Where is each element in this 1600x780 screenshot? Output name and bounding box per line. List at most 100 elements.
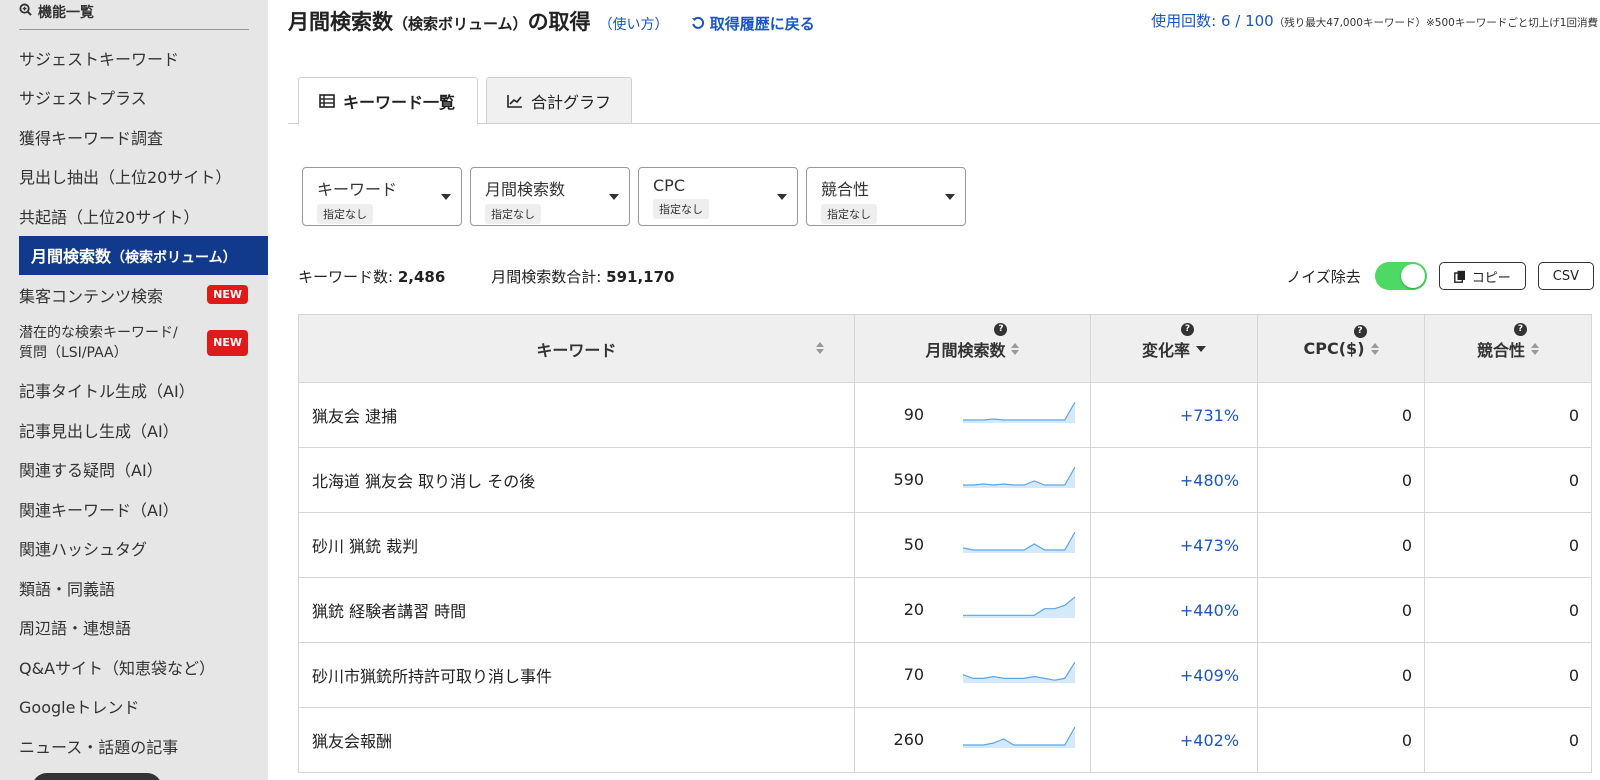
col-competition[interactable]: 競合性? — [1424, 314, 1592, 383]
sidebar-item-label: 集客コンテンツ検索 — [19, 286, 164, 306]
sidebar-item[interactable]: 共起語（上位20サイト） — [19, 196, 268, 236]
competition-cell: 0 — [1424, 382, 1592, 448]
sidebar-item[interactable]: 類語・同義語 — [19, 568, 268, 608]
change-cell: +473% — [1090, 512, 1259, 578]
sort-icon[interactable] — [815, 342, 824, 354]
sidebar-item-label: 見出し抽出（上位20サイト） — [19, 168, 232, 188]
sidebar-item[interactable]: 集客コンテンツ検索 NEW — [19, 275, 268, 315]
howto-link[interactable]: （使い方） — [599, 14, 669, 34]
filter-volume[interactable]: 月間検索数 指定なし — [470, 167, 630, 226]
volume-value: 20 — [903, 600, 925, 619]
sidebar-item-label: 潜在的な検索キーワード/質問（LSI/PAA） — [19, 324, 178, 361]
col-change[interactable]: 変化率? — [1090, 314, 1259, 383]
sidebar-header-label: 機能一覧 — [38, 4, 94, 21]
volume-cell: 590 — [853, 447, 1092, 513]
cpc-cell: 0 — [1257, 642, 1425, 708]
table-row[interactable]: 猟友会報酬 260 +402% 0 0 — [298, 707, 1592, 773]
sidebar-item-label: Q&Aサイト（知恵袋など） — [19, 658, 216, 678]
tab-bar: キーワード一覧 合計グラフ — [288, 77, 1600, 125]
tools-row: ノイズ除去 コピー CSV — [1286, 262, 1594, 290]
help-icon[interactable]: ? — [1353, 325, 1367, 338]
sidebar-item[interactable]: 獲得キーワード調査 — [19, 117, 268, 157]
copy-icon — [1453, 270, 1465, 283]
filter-cpc[interactable]: CPC 指定なし — [638, 167, 798, 226]
change-cell: +480% — [1090, 447, 1259, 513]
sidebar-item[interactable]: 見出し抽出（上位20サイト） — [19, 157, 268, 197]
keyword-cell: 猟友会 逮捕 — [298, 382, 855, 448]
volume-value: 90 — [903, 405, 925, 424]
sparkline-line — [962, 531, 1075, 551]
change-cell: +409% — [1090, 642, 1259, 708]
competition-cell: 0 — [1424, 512, 1592, 578]
help-icon[interactable]: ? — [994, 322, 1008, 336]
sidebar-header: 機能一覧 — [19, 0, 249, 30]
sidebar-item[interactable]: 月間検索数（検索ボリューム） — [19, 235, 268, 275]
copy-button[interactable]: コピー — [1438, 262, 1526, 290]
keyword-count: キーワード数: 2,486 — [298, 268, 446, 286]
volume-value: 260 — [893, 730, 925, 749]
competition-cell: 0 — [1424, 707, 1592, 773]
sidebar-item[interactable]: ニュース・話題の記事 — [19, 726, 268, 766]
caret-down-icon — [609, 194, 619, 200]
volume-cell: 90 — [853, 382, 1092, 448]
table-row[interactable]: 砂川 猟銃 裁判 50 +473% 0 0 — [298, 512, 1592, 578]
sidebar-item[interactable]: 周辺語・連想語 — [19, 608, 268, 648]
trend-sparkline — [962, 466, 1075, 488]
table-row[interactable]: 砂川市猟銃所持許可取り消し事件 70 +409% 0 0 — [298, 642, 1592, 708]
csv-button[interactable]: CSV — [1537, 262, 1594, 290]
col-volume[interactable]: 月間検索数? — [853, 314, 1092, 383]
trend-sparkline — [962, 596, 1075, 618]
keyword-table: キーワード 月間検索数? 変化率? CPC($)? 競合性? 猟友会 逮捕 90 +… — [298, 314, 1592, 773]
filter-competition[interactable]: 競合性 指定なし — [806, 167, 966, 226]
help-icon[interactable]: ? — [1181, 322, 1195, 336]
filter-keyword[interactable]: キーワード 指定なし — [302, 167, 462, 226]
cpc-cell: 0 — [1257, 382, 1425, 448]
sidebar-item[interactable]: 潜在的な検索キーワード/質問（LSI/PAA） NEW — [19, 315, 268, 371]
sparkline-line — [962, 726, 1075, 746]
sidebar-bottom-button[interactable] — [32, 773, 162, 780]
sidebar-item[interactable]: Q&Aサイト（知恵袋など） — [19, 647, 268, 687]
keyword-cell: 猟銃 経験者講習 時間 — [298, 577, 855, 643]
new-badge: NEW — [207, 285, 248, 305]
trend-sparkline — [962, 401, 1075, 423]
caret-down-icon — [441, 194, 451, 200]
main-content: 月間検索数（検索ボリューム）の取得 （使い方） 取得履歴に戻る 使用回数: 6 … — [268, 0, 1600, 780]
trend-sparkline — [962, 531, 1075, 553]
sidebar-item[interactable]: サジェストキーワード — [19, 38, 268, 78]
volume-cell: 70 — [853, 642, 1092, 708]
tab-total-graph[interactable]: 合計グラフ — [486, 77, 632, 124]
history-link[interactable]: 取得履歴に戻る — [691, 13, 815, 34]
col-keyword[interactable]: キーワード — [298, 314, 855, 383]
sort-desc-icon[interactable] — [1196, 345, 1207, 352]
noise-toggle[interactable] — [1374, 262, 1427, 290]
volume-value: 590 — [893, 470, 925, 489]
sidebar-item[interactable]: 記事タイトル生成（AI） — [19, 371, 268, 411]
sort-icon[interactable] — [1531, 342, 1539, 355]
tab-keyword-list[interactable]: キーワード一覧 — [298, 77, 478, 125]
line-chart-icon — [507, 94, 522, 108]
volume-total: 月間検索数合計: 591,170 — [491, 268, 675, 286]
sidebar-item[interactable]: 関連ハッシュタグ — [19, 529, 268, 569]
sort-icon[interactable] — [1370, 342, 1379, 355]
sidebar-item[interactable]: サジェストプラス — [19, 78, 268, 118]
sidebar-item[interactable]: 記事見出し生成（AI） — [19, 410, 268, 450]
stats-row: キーワード数: 2,486 月間検索数合計: 591,170 — [298, 266, 674, 287]
caret-down-icon — [945, 194, 955, 200]
sidebar: 機能一覧 サジェストキーワード サジェストプラス 獲得キーワード調査見出し抽出（上位… — [0, 0, 268, 780]
history-icon — [691, 16, 704, 29]
cpc-cell: 0 — [1257, 577, 1425, 643]
sparkline-line — [962, 401, 1075, 421]
trend-sparkline — [962, 726, 1075, 748]
table-row[interactable]: 北海道 猟友会 取り消し その後 590 +480% 0 0 — [298, 447, 1592, 513]
sidebar-item[interactable]: 関連キーワード（AI） — [19, 489, 268, 529]
sidebar-item[interactable]: 関連する疑問（AI） — [19, 450, 268, 490]
help-icon[interactable]: ? — [1514, 322, 1527, 336]
sort-icon[interactable] — [1011, 342, 1020, 355]
title-row: 月間検索数（検索ボリューム）の取得 （使い方） 取得履歴に戻る — [288, 6, 815, 36]
table-row[interactable]: 猟友会 逮捕 90 +731% 0 0 — [298, 382, 1592, 448]
table-row[interactable]: 猟銃 経験者講習 時間 20 +440% 0 0 — [298, 577, 1592, 643]
sidebar-item[interactable]: Googleトレンド — [19, 687, 268, 727]
sidebar-item-label: 周辺語・連想語 — [19, 619, 132, 639]
caret-down-icon — [777, 194, 787, 200]
col-cpc[interactable]: CPC($)? — [1257, 314, 1425, 383]
